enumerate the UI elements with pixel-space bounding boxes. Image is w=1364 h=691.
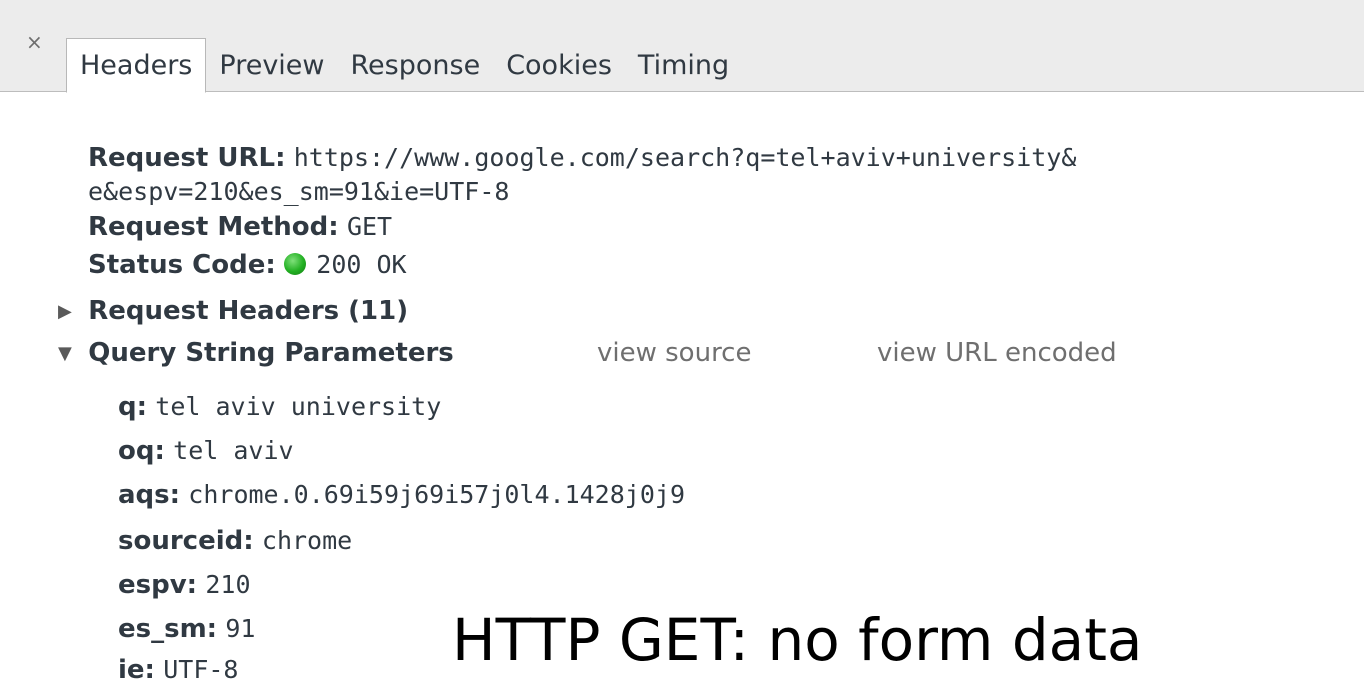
request-method-value: GET bbox=[346, 212, 393, 241]
request-headers-section[interactable]: ▶ Request Headers (11) bbox=[58, 294, 408, 329]
query-param-row: sourceid: chrome bbox=[118, 524, 352, 558]
tab-preview[interactable]: Preview bbox=[206, 38, 337, 92]
close-icon[interactable]: × bbox=[26, 32, 43, 52]
view-url-encoded-link[interactable]: view URL encoded bbox=[877, 338, 1117, 368]
tab-headers[interactable]: Headers bbox=[66, 38, 207, 93]
query-param-key: es_sm: bbox=[118, 614, 218, 644]
query-param-key: ie: bbox=[118, 655, 155, 685]
query-param-row: espv: 210 bbox=[118, 568, 251, 602]
tab-timing[interactable]: Timing bbox=[625, 38, 742, 92]
query-param-row: ie: UTF-8 bbox=[118, 653, 238, 687]
request-url-continued-row: e&espv=210&es_sm=91&ie=UTF-8 bbox=[88, 175, 509, 209]
query-param-value: 210 bbox=[205, 570, 251, 599]
tab-bar: × Headers Preview Response Cookies Timin… bbox=[0, 0, 1364, 93]
disclosure-expanded-icon[interactable]: ▼ bbox=[58, 337, 80, 371]
slide-caption: HTTP GET: no form data bbox=[452, 606, 1143, 674]
request-url-row: Request URL: https://www.google.com/sear… bbox=[88, 141, 1076, 175]
query-param-value: chrome.0.69i59j69i57j0l4.1428j0j9 bbox=[188, 480, 685, 509]
disclosure-collapsed-icon[interactable]: ▶ bbox=[58, 295, 80, 329]
query-param-row: es_sm: 91 bbox=[118, 612, 255, 646]
query-param-row: q: tel aviv university bbox=[118, 390, 441, 424]
query-param-key: espv: bbox=[118, 570, 198, 600]
status-code-value: 200 OK bbox=[316, 250, 407, 279]
view-source-link-wrap: view source bbox=[597, 336, 751, 370]
status-code-row: Status Code: 200 OK bbox=[88, 248, 407, 282]
devtools-network-panel: × Headers Preview Response Cookies Timin… bbox=[0, 0, 1364, 691]
query-param-key: aqs: bbox=[118, 480, 181, 510]
query-param-key: sourceid: bbox=[118, 526, 254, 556]
tab-list: Headers Preview Response Cookies Timing bbox=[66, 38, 742, 93]
query-string-title[interactable]: Query String Parameters bbox=[88, 338, 454, 368]
view-url-encoded-link-wrap: view URL encoded bbox=[877, 336, 1117, 370]
query-param-value: 91 bbox=[225, 614, 256, 643]
query-param-row: oq: tel aviv bbox=[118, 434, 294, 468]
request-headers-title[interactable]: Request Headers (11) bbox=[88, 296, 408, 326]
query-param-value: tel aviv university bbox=[155, 392, 442, 421]
query-param-key: q: bbox=[118, 392, 148, 422]
query-param-row: aqs: chrome.0.69i59j69i57j0l4.1428j0j9 bbox=[118, 478, 685, 512]
tab-response[interactable]: Response bbox=[338, 38, 494, 92]
query-param-key: oq: bbox=[118, 436, 165, 466]
request-url-key: Request URL: bbox=[88, 143, 286, 173]
status-ok-icon bbox=[284, 253, 307, 275]
tab-cookies[interactable]: Cookies bbox=[493, 38, 625, 92]
request-url-value: https://www.google.com/search?q=tel+aviv… bbox=[293, 143, 1077, 172]
status-code-key: Status Code: bbox=[88, 250, 276, 280]
query-param-value: tel aviv bbox=[173, 436, 294, 465]
view-source-link[interactable]: view source bbox=[597, 338, 751, 368]
request-method-key: Request Method: bbox=[88, 212, 339, 242]
query-param-value: chrome bbox=[261, 526, 353, 555]
request-url-value-continued: e&espv=210&es_sm=91&ie=UTF-8 bbox=[88, 177, 510, 206]
query-string-section-header[interactable]: ▼ Query String Parameters bbox=[58, 336, 454, 371]
request-method-row: Request Method: GET bbox=[88, 210, 392, 244]
query-param-value: UTF-8 bbox=[163, 655, 239, 684]
